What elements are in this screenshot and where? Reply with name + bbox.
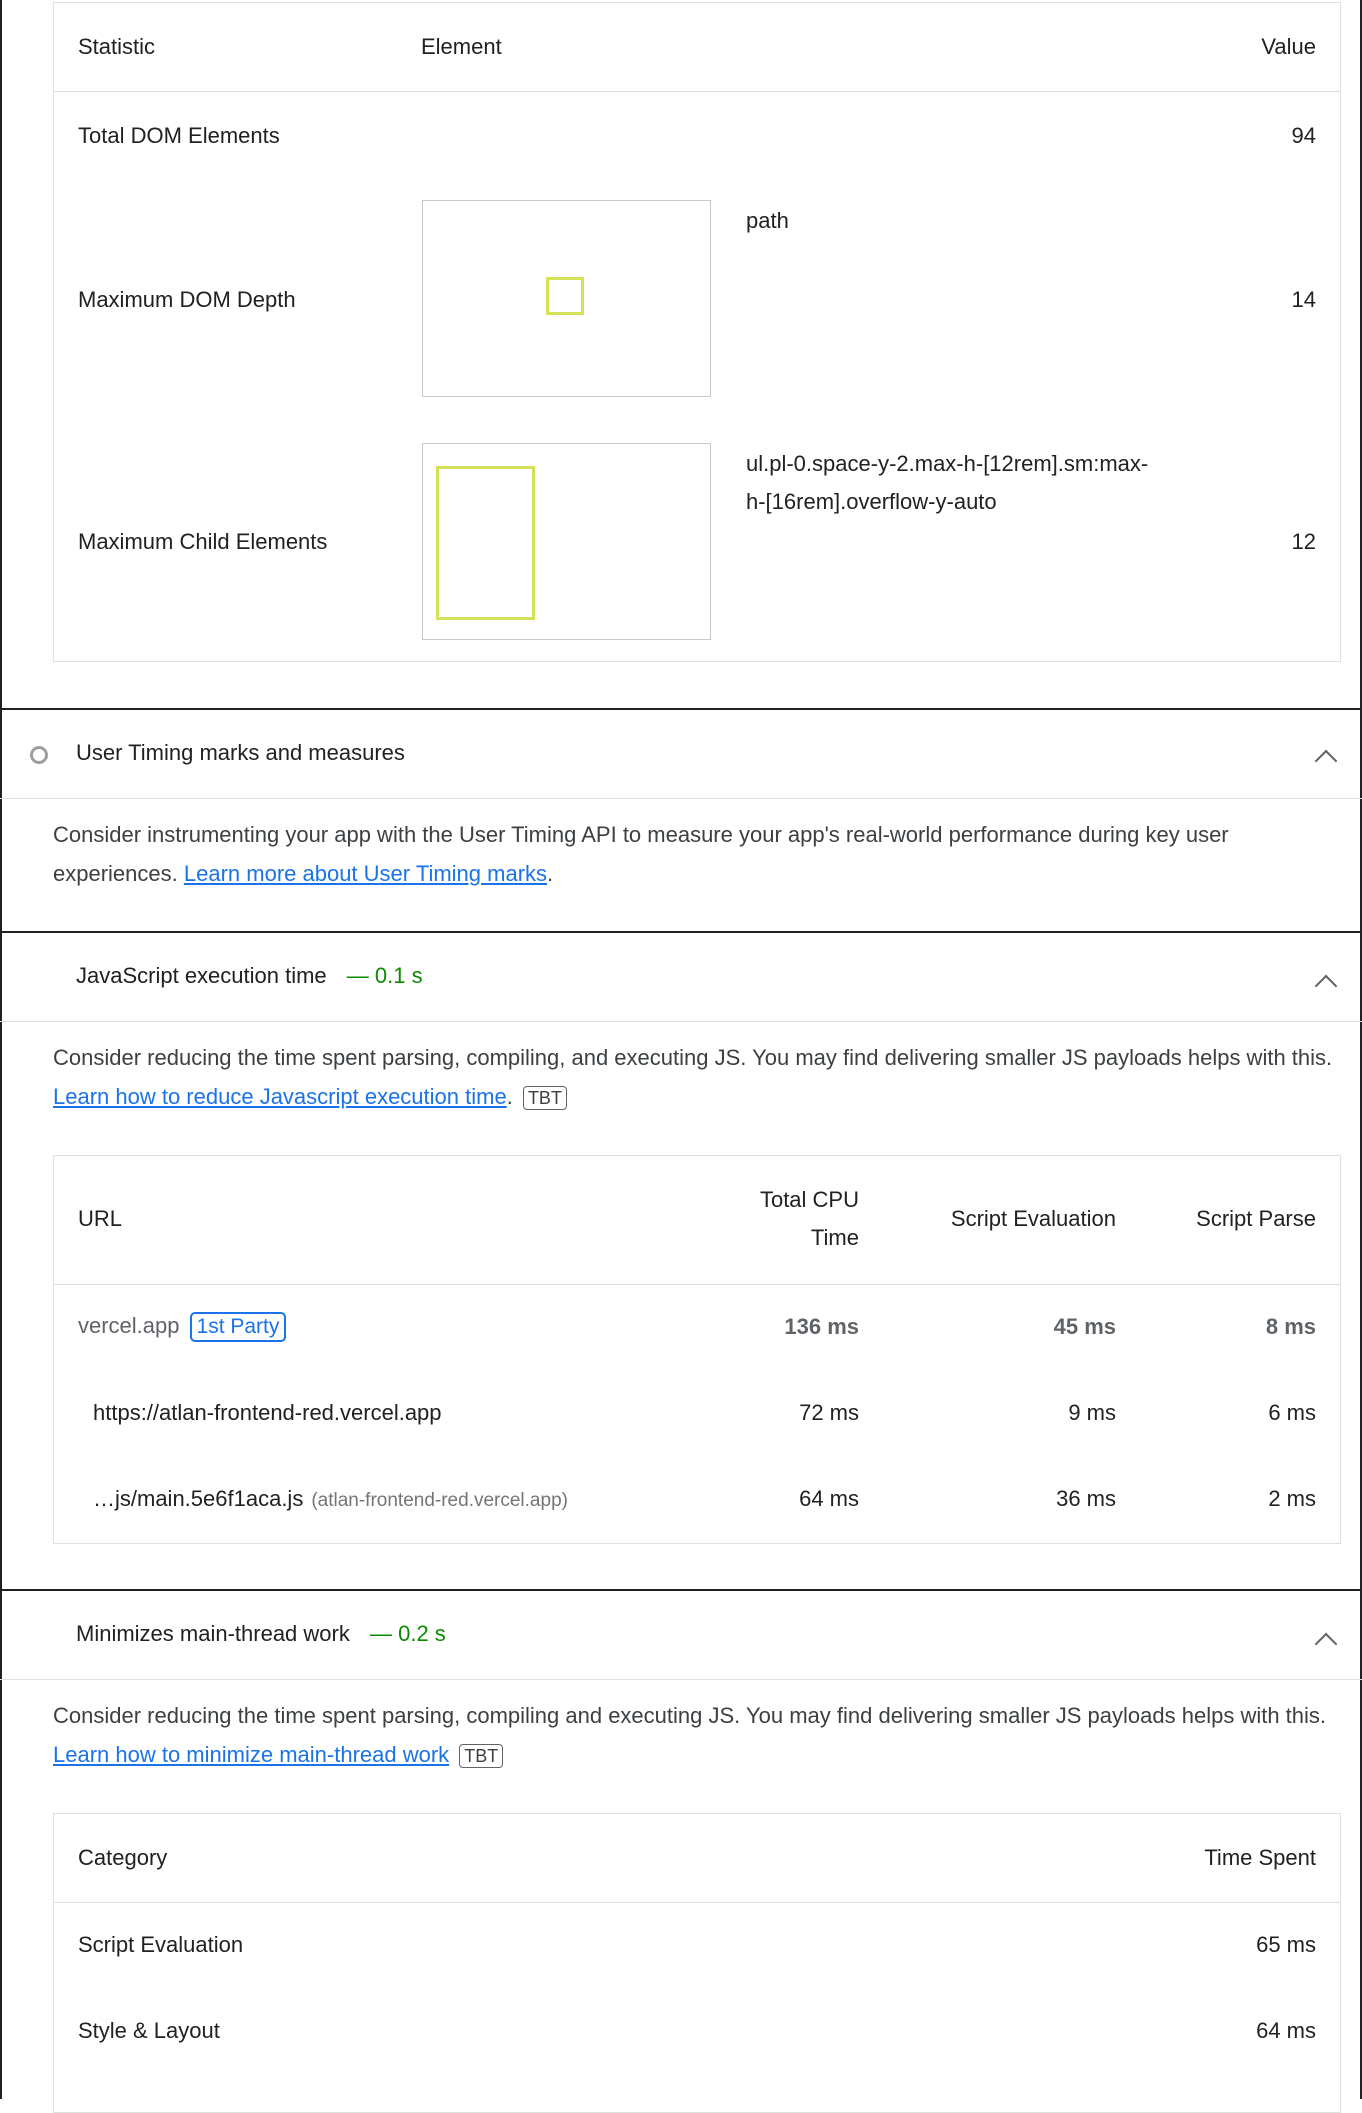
row-time: 65 ms (1256, 1932, 1316, 1957)
main-thread-table: Category Time Spent Script Evaluation 65… (53, 1813, 1341, 2113)
audit-title: JavaScript execution time — 0.1 s (76, 963, 423, 989)
element-screenshot (422, 200, 711, 397)
header-script-eval: Script Evaluation (950, 1206, 1116, 1231)
learn-more-link[interactable]: Learn more about User Timing marks (184, 861, 547, 886)
header-url: URL (78, 1206, 123, 1231)
audit-header[interactable]: Minimizes main-thread work — 0.2 s (0, 1591, 1362, 1679)
chevron-up-icon[interactable] (1314, 749, 1338, 773)
header-cpu-line1: Total CPU (759, 1187, 859, 1212)
table-header: Category Time Spent (54, 1814, 1340, 1903)
description-text: Consider reducing the time spent parsing… (53, 1045, 1333, 1070)
group-origin: vercel.app 1st Party (78, 1312, 287, 1342)
header-cpu-line2: Time (810, 1225, 859, 1250)
audit-title-text: Minimizes main-thread work (76, 1621, 350, 1646)
table-header: Statistic Element Value (54, 3, 1340, 92)
chevron-up-icon[interactable] (1314, 974, 1338, 998)
row-time: 64 ms (1256, 2018, 1316, 2043)
divider (0, 798, 1362, 799)
divider (0, 1021, 1362, 1022)
row-cpu: 72 ms (799, 1400, 859, 1425)
row-value: 14 (1291, 287, 1316, 312)
group-eval: 45 ms (1053, 1314, 1116, 1339)
header-element: Element (421, 34, 502, 59)
element-selector: path (746, 208, 789, 233)
url-text: https://atlan-frontend-red.vercel.app (93, 1400, 442, 1425)
period: . (506, 1084, 513, 1109)
audit-title: Minimizes main-thread work — 0.2 s (76, 1621, 446, 1647)
group-parse: 8 ms (1265, 1314, 1316, 1339)
description-text: Consider reducing the time spent parsing… (53, 1703, 1327, 1728)
tbt-badge: TBT (459, 1744, 504, 1769)
row-url[interactable]: https://atlan-frontend-red.vercel.app (93, 1400, 442, 1426)
divider (0, 1679, 1362, 1680)
url-text: …js/main.5e6f1aca.js (93, 1486, 304, 1511)
row-eval: 9 ms (1068, 1400, 1116, 1425)
row-category: Style & Layout (78, 2018, 220, 2043)
audit-title: User Timing marks and measures (76, 740, 405, 765)
element-selector-line1: ul.pl-0.space-y-2.max-h-[12rem].sm:max- (746, 451, 1149, 476)
audit-display-value: — 0.1 s (346, 963, 423, 988)
row-category: Script Evaluation (78, 1932, 244, 1957)
period: . (547, 861, 554, 886)
header-category: Category (78, 1845, 168, 1870)
audit-description: Consider instrumenting your app with the… (53, 815, 1343, 893)
informative-circle-icon (30, 746, 48, 764)
element-screenshot (422, 443, 711, 640)
row-statistic: Total DOM Elements (78, 123, 280, 148)
element-highlight (436, 466, 535, 620)
element-highlight (546, 277, 584, 315)
row-url[interactable]: …js/main.5e6f1aca.js (atlan-frontend-red.… (93, 1486, 568, 1512)
audit-header[interactable]: User Timing marks and measures (0, 710, 1362, 798)
row-statistic: Maximum DOM Depth (78, 287, 296, 312)
row-statistic: Maximum Child Elements (78, 529, 328, 554)
audit-description: Consider reducing the time spent parsing… (53, 1696, 1343, 1774)
learn-more-link[interactable]: Learn how to minimize main-thread work (53, 1742, 449, 1767)
header-time-spent: Time Spent (1204, 1845, 1316, 1870)
row-cpu: 64 ms (799, 1486, 859, 1511)
row-eval: 36 ms (1056, 1486, 1116, 1511)
header-script-parse: Script Parse (1196, 1206, 1316, 1231)
element-selector-line2: h-[16rem].overflow-y-auto (746, 489, 997, 514)
url-host: (atlan-frontend-red.vercel.app) (311, 1490, 568, 1511)
row-value: 94 (1291, 123, 1316, 148)
chevron-up-icon[interactable] (1314, 1632, 1338, 1656)
audit-header[interactable]: JavaScript execution time — 0.1 s (0, 933, 1362, 1021)
row-parse: 2 ms (1268, 1486, 1316, 1511)
audit-description: Consider reducing the time spent parsing… (53, 1038, 1343, 1116)
header-statistic: Statistic (78, 34, 156, 59)
group-cpu: 136 ms (784, 1314, 859, 1339)
bootup-time-table: URL Total CPU Time Script Evaluation Scr… (53, 1155, 1341, 1544)
audit-display-value: — 0.2 s (369, 1621, 446, 1646)
audit-title-text: JavaScript execution time (76, 963, 327, 988)
first-party-badge[interactable]: 1st Party (189, 1312, 287, 1342)
header-value: Value (1261, 34, 1316, 59)
row-parse: 6 ms (1268, 1400, 1316, 1425)
learn-more-link[interactable]: Learn how to reduce Javascript execution… (53, 1084, 507, 1109)
tbt-badge: TBT (522, 1086, 567, 1111)
table-header: URL Total CPU Time Script Evaluation Scr… (54, 1156, 1340, 1285)
dom-size-table: Statistic Element Value Total DOM Elemen… (53, 2, 1341, 662)
origin-label: vercel.app (78, 1312, 180, 1338)
row-value: 12 (1291, 529, 1316, 554)
